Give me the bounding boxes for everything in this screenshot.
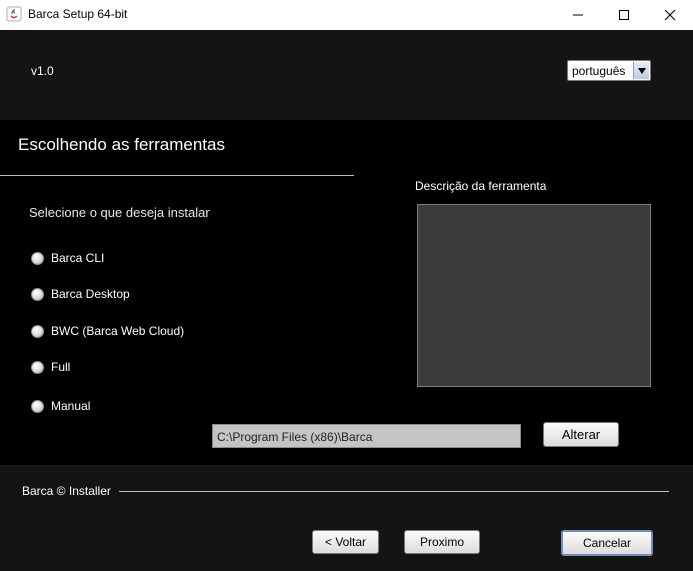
radio-button[interactable] bbox=[31, 399, 44, 413]
radio-button[interactable] bbox=[31, 251, 44, 265]
maximize-icon bbox=[619, 10, 629, 20]
cancel-button[interactable]: Cancelar bbox=[561, 530, 653, 556]
description-label: Descrição da ferramenta bbox=[415, 179, 547, 193]
next-button[interactable]: Proximo bbox=[404, 530, 480, 554]
install-path-field[interactable]: C:\Program Files (x86)\Barca bbox=[212, 424, 521, 448]
minimize-icon bbox=[573, 14, 583, 16]
change-path-button[interactable]: Alterar bbox=[543, 422, 619, 447]
maximize-button[interactable] bbox=[601, 0, 647, 30]
footer-band: Barca © Installer < Voltar Proximo Cance… bbox=[0, 465, 693, 571]
language-selected-value: português bbox=[572, 64, 626, 78]
description-textarea[interactable] bbox=[417, 204, 651, 387]
minimize-button[interactable] bbox=[555, 0, 601, 30]
footer-label: Barca © Installer bbox=[22, 484, 111, 498]
window-title: Barca Setup 64-bit bbox=[28, 7, 128, 21]
footer-divider bbox=[119, 491, 669, 492]
radio-button[interactable] bbox=[31, 287, 44, 301]
radio-button[interactable] bbox=[31, 360, 44, 374]
section-title: Escolhendo as ferramentas bbox=[18, 135, 225, 154]
option-label[interactable]: BWC (Barca Web Cloud) bbox=[51, 324, 184, 338]
language-select[interactable]: português bbox=[567, 60, 651, 81]
title-bar: Barca Setup 64-bit bbox=[0, 0, 693, 30]
option-barca-cli[interactable]: Barca CLI bbox=[31, 251, 104, 265]
option-label[interactable]: Barca CLI bbox=[51, 251, 104, 265]
option-manual[interactable]: Manual bbox=[31, 399, 90, 413]
close-button[interactable] bbox=[647, 0, 693, 30]
section-divider bbox=[0, 175, 354, 176]
option-label[interactable]: Manual bbox=[51, 399, 90, 413]
dropdown-arrow-icon[interactable] bbox=[633, 62, 649, 79]
option-label[interactable]: Barca Desktop bbox=[51, 287, 130, 301]
option-bwc[interactable]: BWC (Barca Web Cloud) bbox=[31, 324, 184, 338]
select-prompt: Selecione o que deseja instalar bbox=[29, 205, 210, 220]
option-barca-desktop[interactable]: Barca Desktop bbox=[31, 287, 130, 301]
install-path-value: C:\Program Files (x86)\Barca bbox=[217, 430, 373, 444]
close-icon bbox=[664, 9, 676, 21]
java-app-icon bbox=[6, 6, 22, 22]
option-label[interactable]: Full bbox=[51, 360, 70, 374]
header-band: v1.0 português bbox=[0, 30, 693, 120]
option-full[interactable]: Full bbox=[31, 360, 70, 374]
version-label: v1.0 bbox=[31, 64, 54, 78]
radio-button[interactable] bbox=[31, 324, 44, 338]
back-button[interactable]: < Voltar bbox=[312, 530, 379, 554]
